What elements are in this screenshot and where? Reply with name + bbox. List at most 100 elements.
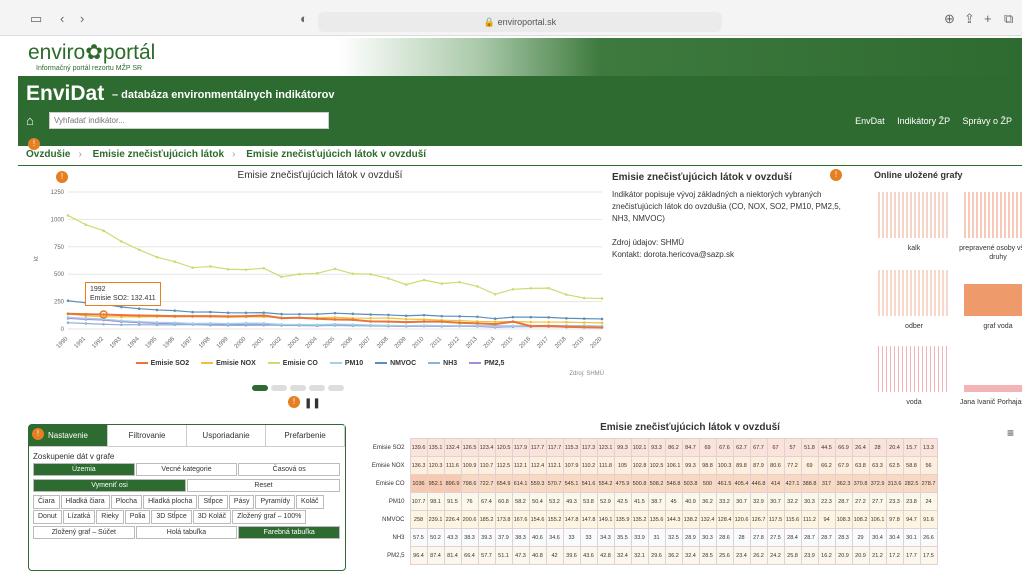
table-cell: 138.2 [681, 510, 700, 529]
data-point [333, 318, 337, 321]
home-icon[interactable]: ⌂ [26, 113, 34, 128]
legend-item[interactable]: NH3 [428, 360, 457, 367]
data-point [582, 321, 586, 324]
new-tab-icon[interactable]: + [984, 12, 992, 25]
reset-button[interactable]: Reset [187, 479, 340, 492]
line-chart[interactable]: 025050075010001250kt1990 1991 1992 1993 1994… [30, 166, 610, 356]
tab-usporiadanie[interactable]: Usporiadanie [187, 425, 266, 446]
tabs-icon[interactable]: ⧉ [1004, 12, 1013, 25]
table-cell: 654.9 [494, 474, 513, 493]
chart-type-button[interactable]: Pásy [228, 495, 255, 509]
chart-type-button[interactable]: Hladká čiara [60, 495, 110, 509]
data-point [209, 321, 212, 325]
chart-type-button[interactable]: Lízatká [62, 510, 96, 524]
chart-type-button[interactable]: Koláč [296, 495, 324, 509]
pager-dot[interactable] [271, 385, 287, 391]
table-cell: 91.5 [443, 492, 462, 511]
chart-type-button[interactable]: Stĺpce [198, 495, 228, 509]
table-cell: 30.3 [800, 492, 819, 511]
chart-type-button[interactable]: Pyramídy [255, 495, 296, 509]
link-spravy[interactable]: Správy o ŽP [962, 116, 1012, 126]
data-point [476, 322, 479, 325]
legend-item[interactable]: Emisie NOX [201, 360, 256, 367]
chart-type-button[interactable]: Donut [33, 510, 62, 524]
table-cell: 20.9 [851, 546, 870, 565]
menu-icon[interactable]: ≡ [1007, 426, 1014, 440]
address-bar[interactable]: 🔒 enviroportal.sk [318, 12, 722, 32]
saved-title: Online uložené grafy [874, 170, 963, 180]
table-cell: 109.9 [460, 456, 479, 475]
pager-dot[interactable] [290, 385, 306, 391]
legend-item[interactable]: Emisie CO [267, 360, 318, 367]
app-title[interactable]: EnviDat [26, 82, 104, 106]
data-point [66, 299, 70, 303]
help-badge-icon[interactable]: ! [830, 169, 842, 181]
x-tick-label: 2009 [394, 336, 408, 350]
info-contact[interactable]: Kontakt: dorota.hericova@sazp.sk [612, 249, 852, 261]
forward-icon[interactable]: › [80, 12, 84, 25]
table-cell: 117.7 [545, 438, 564, 457]
saved-thumb[interactable] [964, 192, 1022, 238]
legend-item[interactable]: PM10 [329, 360, 363, 367]
legend-item[interactable]: NMVOC [375, 360, 416, 367]
pager-dot[interactable] [309, 385, 325, 391]
pager-dots[interactable] [252, 382, 347, 394]
saved-thumb[interactable] [878, 192, 948, 238]
swap-axes-button[interactable]: Vymeniť osi [33, 479, 186, 492]
plain-table-button[interactable]: Holá tabuľka [135, 526, 238, 539]
saved-thumb[interactable] [964, 346, 1022, 392]
legend-item[interactable]: Emisie SO2 [135, 360, 189, 367]
group-casova-button[interactable]: Časová os [238, 463, 341, 476]
legend-item[interactable]: PM2,5 [469, 360, 504, 367]
chart-type-button[interactable]: Hladká plocha [143, 495, 198, 509]
table-cell: 548.8 [664, 474, 683, 493]
breadcrumb-emisie[interactable]: Emisie znečisťujúcich látok [93, 149, 225, 160]
group-uzemia-button[interactable]: Územia [33, 463, 135, 476]
data-point [351, 312, 355, 316]
share-icon[interactable]: ⇪ [964, 12, 975, 25]
link-indikatory[interactable]: Indikátory ŽP [897, 116, 950, 126]
table-cell: 67.7 [749, 438, 768, 457]
data-point [565, 320, 568, 324]
chart-type-button[interactable]: 3D Koláč [192, 510, 232, 524]
breadcrumb-ovzdusie[interactable]: Ovzdušie [26, 149, 70, 160]
pager-dot[interactable] [252, 385, 268, 391]
help-badge-icon[interactable]: ! [288, 396, 300, 408]
saved-thumb[interactable] [878, 270, 948, 316]
help-badge-icon[interactable]: ! [28, 138, 40, 150]
chart-type-button[interactable]: Čiara [33, 495, 60, 509]
data-point [120, 319, 123, 322]
download-icon[interactable]: ⊕ [944, 12, 955, 25]
tab-prefarbenie[interactable]: Prefarbenie [266, 425, 345, 446]
pause-icon[interactable]: ❚❚ [304, 398, 321, 409]
link-envidat[interactable]: EnvDat [855, 116, 885, 126]
site-logo[interactable]: enviro✿portál [28, 42, 155, 63]
data-point [173, 314, 177, 318]
data-point [582, 325, 586, 329]
stacked-sum-button[interactable]: Zložený graf – Súčet [33, 526, 135, 539]
breadcrumb-emisie-ovzdusi[interactable]: Emisie znečisťujúcich látok v ovzduší [246, 149, 426, 160]
pager-dot[interactable] [328, 385, 344, 391]
color-table-button[interactable]: Farebná tabuľka [238, 526, 341, 539]
group-vecne-button[interactable]: Vecné kategorie [135, 463, 238, 476]
chart-type-button[interactable]: 3D Stĺpce [151, 510, 192, 524]
chart-type-button[interactable]: Rieky [96, 510, 124, 524]
y-tick-label: 1000 [51, 217, 65, 223]
saved-thumb[interactable] [964, 270, 1022, 316]
help-badge-icon[interactable]: ! [56, 171, 68, 183]
tab-filtrovanie[interactable]: Filtrovanie [108, 425, 187, 446]
table-cell: 107.9 [562, 456, 581, 475]
back-icon[interactable]: ‹ [60, 12, 64, 25]
help-badge-icon[interactable]: ! [32, 428, 44, 440]
chart-type-button[interactable]: Plocha [110, 495, 143, 509]
data-point [209, 314, 212, 318]
info-title: Emisie znečisťujúcich látok v ovzduší [612, 172, 792, 183]
chart-type-button[interactable]: Zložený graf – 100% [232, 510, 307, 524]
search-input[interactable] [49, 112, 329, 129]
sidebar-icon[interactable]: ▭ [30, 12, 42, 25]
chart-type-button[interactable]: Polia [124, 510, 151, 524]
x-tick-label: 2007 [358, 336, 372, 350]
saved-thumb[interactable] [878, 346, 948, 392]
data-point [387, 313, 390, 317]
x-tick-label: 1999 [216, 336, 230, 350]
